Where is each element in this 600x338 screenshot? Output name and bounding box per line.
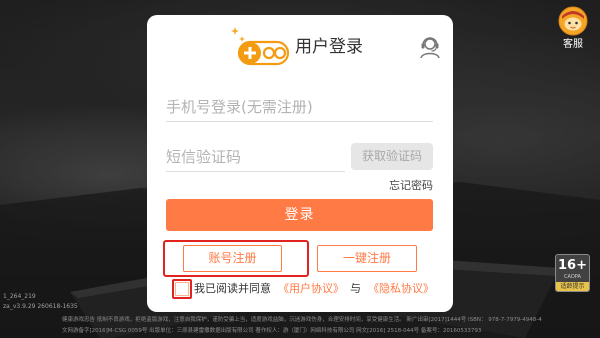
headset-icon[interactable] [418,33,442,59]
footer-notice-line: 健康游戏忠告 抵制不良游戏，拒绝盗版游戏，注意自我保护，谨防受骗上当，适度游戏益… [62,317,542,323]
footer-notice-line: 文网游备字[2016]M-CSG 0059号 出版单位：三原县建雷撒数据出版有限… [62,328,482,334]
age-rating-note: 适龄提示 [556,282,589,291]
gamepad-logo-icon [231,27,290,66]
agreement-prefix: 我已阅读并同意 [194,282,271,295]
quick-register-button[interactable]: 一键注册 [317,245,417,272]
agreement-row: 我已阅读并同意 《用户协议》与《隐私协议》 [194,281,434,297]
forgot-password-link[interactable]: 忘记密码 [389,179,433,193]
highlight-box-checkbox [172,279,192,299]
agreement-conjunction: 与 [350,282,361,295]
build-info-line: za_v3.9.29 260618-1635 [3,303,78,310]
user-agreement-link[interactable]: 《用户协议》 [278,282,344,295]
customer-service-label: 客服 [563,39,583,50]
customer-service-avatar-icon [558,6,588,36]
get-code-button[interactable]: 获取验证码 [351,143,433,170]
phone-input-underline [166,121,433,122]
login-button[interactable]: 登录 [166,199,433,231]
age-rating-badge: 16+ CADPA 适龄提示 [555,254,590,292]
login-dialog: 用户登录 获取验证码 忘记密码 登录 账号注册 一键注册 我已阅读并同意《用户协… [147,15,453,312]
privacy-agreement-link[interactable]: 《隐私协议》 [368,282,434,295]
build-info-line: 1_264_219 [3,293,36,300]
phone-input[interactable] [166,94,433,120]
sms-code-input[interactable] [166,144,341,170]
dialog-title: 用户登录 [295,37,363,57]
highlight-box-register [163,240,309,277]
age-rating-number: 16+ [558,258,587,273]
customer-service-button[interactable]: 客服 [556,6,590,54]
sms-code-underline [166,171,345,172]
age-rating-org: CADPA [564,274,581,280]
